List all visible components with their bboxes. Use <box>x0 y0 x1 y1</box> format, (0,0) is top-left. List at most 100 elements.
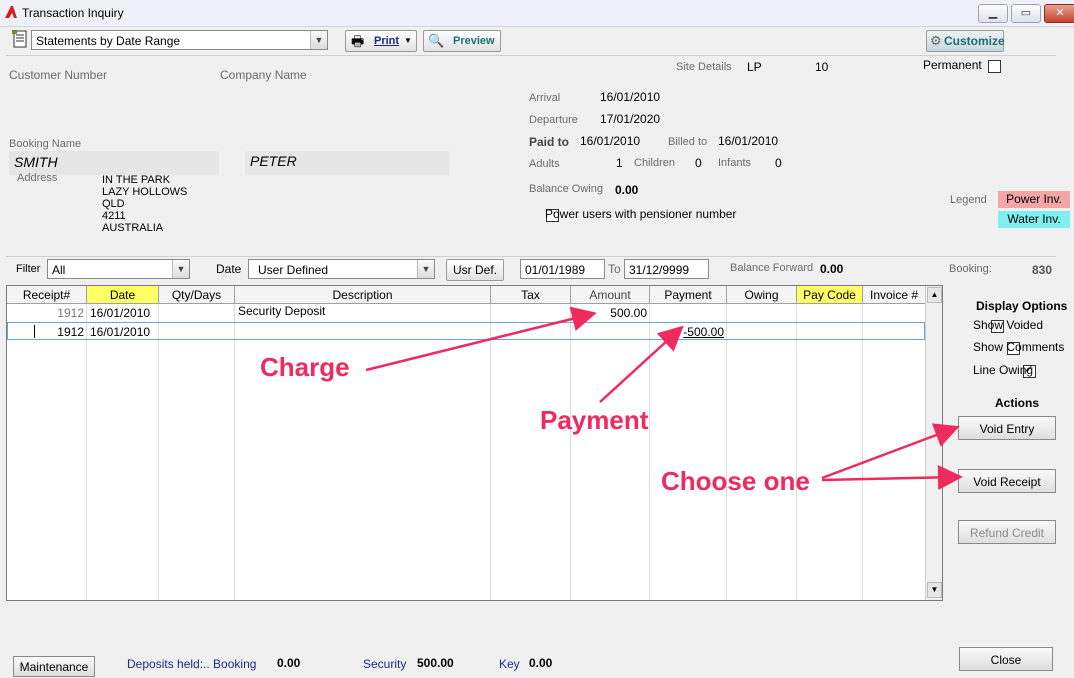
divider <box>796 304 797 600</box>
maximize-button[interactable]: ▭ <box>1011 4 1041 23</box>
address-line: AUSTRALIA <box>102 222 164 234</box>
show-voided-label: Show Voided <box>973 318 1044 332</box>
permanent-checkbox[interactable] <box>988 60 1001 74</box>
balance-forward-label: Balance Forward <box>730 262 814 274</box>
divider <box>862 304 863 600</box>
adults-value: 1 <box>616 156 623 170</box>
address-block: IN THE PARK LAZY HOLLOWS QLD 4211 AUSTRA… <box>102 174 187 234</box>
filter-select[interactable]: All ▼ <box>47 259 190 279</box>
deposits-label: Deposits held:.. Booking <box>127 657 257 671</box>
chevron-down-icon[interactable]: ▼ <box>310 31 327 49</box>
firstname-field[interactable]: PETER <box>245 151 449 175</box>
date-select[interactable]: User Defined ▼ <box>248 259 435 279</box>
legend-water-inv: Water Inv. <box>998 211 1070 228</box>
void-entry-button[interactable]: Void Entry <box>958 416 1056 440</box>
arrival-label: Arrival <box>529 92 561 104</box>
address-line: LAZY HOLLOWS <box>102 186 188 198</box>
arrival-value: 16/01/2010 <box>600 90 661 104</box>
col-header-owing[interactable]: Owing <box>727 286 797 304</box>
usr-def-button[interactable]: Usr Def. <box>446 259 504 281</box>
report-select-value: Statements by Date Range <box>36 34 181 48</box>
void-receipt-button[interactable]: Void Receipt <box>958 469 1056 493</box>
divider <box>6 256 1056 257</box>
printer-icon: 🖶 <box>351 33 365 49</box>
col-header-description[interactable]: Description <box>235 286 491 304</box>
address-line: IN THE PARK <box>102 174 171 186</box>
balance-owing-label: Balance Owing <box>529 183 603 195</box>
divider <box>158 304 159 600</box>
window-title: Transaction Inquiry <box>22 6 124 20</box>
divider <box>490 304 491 600</box>
divider <box>234 304 235 600</box>
booking-label: Booking: <box>949 263 992 275</box>
billed-to-label: Billed to <box>668 136 708 148</box>
col-header-qty[interactable]: Qty/Days <box>159 286 235 304</box>
cell-description: Security Deposit <box>238 304 326 318</box>
site-code: LP <box>747 60 762 74</box>
customize-button[interactable]: ⚙ Customize <box>926 30 1005 52</box>
payment-annotation: Payment <box>540 405 649 435</box>
billed-to-value: 16/01/2010 <box>718 134 779 148</box>
close-button[interactable]: Close <box>959 647 1053 671</box>
booking-name-label: Booking Name <box>9 138 82 150</box>
toolbar: Statements by Date Range ▼ 🖶 Print ▼ 🔍 P… <box>6 27 1056 56</box>
cell-date: 16/01/2010 <box>90 306 151 320</box>
transactions-grid[interactable]: Receipt# Date Qty/Days Description Tax A… <box>6 285 943 601</box>
preview-button[interactable]: 🔍 Preview <box>423 30 501 52</box>
balance-forward-value: 0.00 <box>820 262 844 276</box>
from-date-input[interactable]: 01/01/1989 <box>520 259 605 279</box>
company-name-label: Company Name <box>220 68 307 82</box>
children-value: 0 <box>695 156 702 170</box>
cell-amount: 500.00 <box>610 306 647 320</box>
scroll-down-icon[interactable]: ▼ <box>927 582 942 598</box>
refund-credit-button[interactable]: Refund Credit <box>958 520 1056 544</box>
address-line: QLD <box>102 198 125 210</box>
table-row[interactable]: 1912 16/01/2010 Security Deposit 500.00 <box>7 304 925 322</box>
print-button[interactable]: 🖶 Print ▼ <box>345 30 417 52</box>
departure-value: 17/01/2020 <box>600 112 661 126</box>
site-details-label: Site Details <box>676 61 732 73</box>
chevron-down-icon[interactable]: ▼ <box>417 260 434 278</box>
minimize-button[interactable]: ▁ <box>978 4 1008 23</box>
table-row-selected[interactable]: 1912 16/01/2010 -500.00 <box>7 322 925 340</box>
col-header-date[interactable]: Date <box>87 286 159 304</box>
balance-owing-value: 0.00 <box>615 183 639 197</box>
grid-scrollbar[interactable]: ▲ ▼ <box>925 286 942 600</box>
security-label: Security <box>363 657 407 671</box>
col-header-tax[interactable]: Tax <box>491 286 571 304</box>
legend-label: Legend <box>950 194 987 206</box>
to-date-input[interactable]: 31/12/9999 <box>624 259 709 279</box>
divider <box>570 304 571 600</box>
choose-one-annotation: Choose one <box>661 466 810 496</box>
title-bar: Transaction Inquiry ▁ ▭ ✕ <box>0 0 1074 27</box>
col-header-amount[interactable]: Amount <box>571 286 650 304</box>
departure-label: Departure <box>529 114 578 126</box>
chevron-down-icon[interactable]: ▼ <box>172 260 189 278</box>
paid-to-value: 16/01/2010 <box>580 134 641 148</box>
actions-title: Actions <box>995 396 1040 410</box>
cell-receipt: 1912 <box>57 306 84 320</box>
booking-number: 830 <box>1032 263 1053 277</box>
filter-select-value: All <box>52 263 66 277</box>
scroll-up-icon[interactable]: ▲ <box>927 287 942 303</box>
surname-value: SMITH <box>14 154 58 170</box>
maintenance-button[interactable]: Maintenance <box>13 656 95 677</box>
to-label: To <box>608 262 621 276</box>
col-header-payment[interactable]: Payment <box>650 286 727 304</box>
customer-number-label: Customer Number <box>9 68 108 82</box>
col-header-receipt[interactable]: Receipt# <box>7 286 87 304</box>
show-comments-label: Show Comments <box>973 340 1065 354</box>
close-window-button[interactable]: ✕ <box>1044 4 1074 23</box>
print-label: Print <box>374 35 400 47</box>
report-select[interactable]: Statements by Date Range ▼ <box>31 30 328 50</box>
gear-icon: ⚙ <box>930 33 942 48</box>
col-header-paycode[interactable]: Pay Code <box>797 286 863 304</box>
col-header-invoice[interactable]: Invoice # <box>863 286 926 304</box>
divider <box>86 304 87 600</box>
customize-label: Customize <box>944 34 1005 48</box>
charge-annotation: Charge <box>260 352 350 382</box>
filter-label: Filter <box>16 263 41 275</box>
key-label: Key <box>499 657 520 671</box>
display-options-title: Display Options <box>976 299 1068 313</box>
children-label: Children <box>634 157 675 169</box>
